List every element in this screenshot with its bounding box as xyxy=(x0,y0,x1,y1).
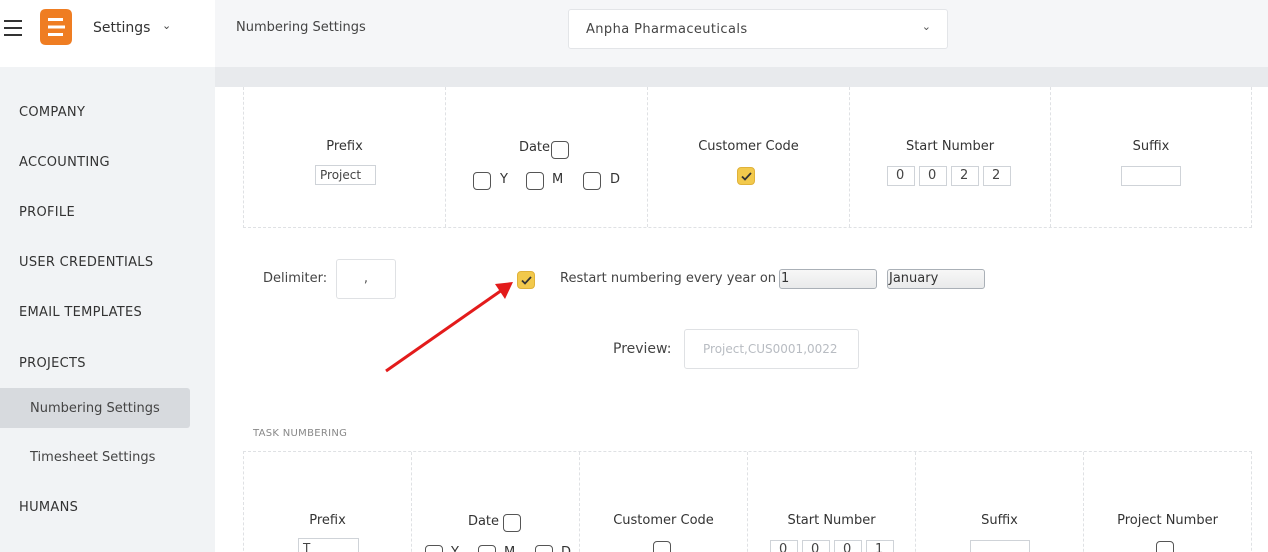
sidebar-item-email-templates[interactable]: EMAIL TEMPLATES xyxy=(19,305,142,320)
start-digit-3[interactable]: 2 xyxy=(951,166,979,186)
start-digit-4[interactable]: 2 xyxy=(983,166,1011,186)
date-label: Date xyxy=(518,140,551,155)
task-project-number-checkbox[interactable] xyxy=(1156,541,1174,552)
suffix-cell: Suffix xyxy=(1051,87,1251,227)
task-customer-code-label: Customer Code xyxy=(613,513,714,528)
task-prefix-cell: Prefix T xyxy=(244,452,412,552)
hamburger-menu-icon[interactable] xyxy=(4,20,22,36)
restart-numbering-label: Restart numbering every year on xyxy=(560,271,777,286)
sidebar-item-user-credentials[interactable]: USER CREDENTIALS xyxy=(19,255,153,270)
task-year-checkbox[interactable] xyxy=(425,545,443,552)
content-top-band xyxy=(215,67,1268,87)
settings-menu-label[interactable]: Settings xyxy=(93,20,150,36)
sidebar-item-projects[interactable]: PROJECTS xyxy=(19,356,86,371)
task-year-label: Y xyxy=(451,545,459,552)
sidebar-item-company[interactable]: COMPANY xyxy=(19,105,85,120)
delimiter-input[interactable]: , xyxy=(336,259,396,299)
task-customer-code-cell: Customer Code xyxy=(580,452,748,552)
brand-area: Settings ⌄ xyxy=(0,0,215,67)
task-customer-code-checkbox[interactable] xyxy=(653,541,671,552)
task-start-number-label: Start Number xyxy=(787,513,876,528)
delimiter-label: Delimiter: xyxy=(263,271,328,286)
prefix-input[interactable]: Project xyxy=(315,165,376,185)
project-numbering-grid: Prefix Project Date Y M D Customer Code … xyxy=(243,87,1252,228)
restart-day-select[interactable]: 1 xyxy=(779,269,877,289)
task-start-digit-3[interactable]: 0 xyxy=(834,540,862,552)
main-content: Prefix Project Date Y M D Customer Code … xyxy=(215,87,1268,552)
task-day-checkbox[interactable] xyxy=(535,545,553,552)
customer-code-label: Customer Code xyxy=(698,139,799,154)
start-number-label: Start Number xyxy=(905,139,995,154)
task-date-checkbox[interactable] xyxy=(503,514,521,532)
task-start-digit-1[interactable]: 0 xyxy=(770,540,798,552)
month-checkbox[interactable] xyxy=(526,172,544,190)
checkmark-icon xyxy=(521,276,532,285)
task-start-digit-4[interactable]: 1 xyxy=(866,540,894,552)
task-month-label: M xyxy=(504,545,515,552)
task-suffix-cell: Suffix xyxy=(916,452,1084,552)
task-suffix-label: Suffix xyxy=(981,513,1018,528)
sidebar-item-numbering-settings[interactable]: Numbering Settings xyxy=(30,401,160,416)
year-label: Y xyxy=(500,172,508,187)
task-project-number-label: Project Number xyxy=(1117,513,1218,528)
task-date-label: Date xyxy=(467,514,500,529)
month-label: M xyxy=(552,172,564,187)
company-select-value: Anpha Pharmaceuticals xyxy=(586,22,748,37)
day-label: D xyxy=(610,172,621,187)
preview-label: Preview: xyxy=(613,341,672,357)
customer-code-checkbox[interactable] xyxy=(737,167,755,185)
task-prefix-input[interactable]: T xyxy=(298,538,359,552)
page-title: Numbering Settings xyxy=(236,20,366,35)
prefix-label: Prefix xyxy=(326,139,363,154)
company-select[interactable]: Anpha Pharmaceuticals ⌄ xyxy=(568,9,948,49)
restart-month-select[interactable]: January xyxy=(887,269,985,289)
date-checkbox[interactable] xyxy=(551,141,569,159)
task-day-label: D xyxy=(561,545,571,552)
app-logo-icon xyxy=(40,9,72,45)
task-date-cell: Date Y M D xyxy=(412,452,580,552)
prefix-cell: Prefix Project xyxy=(244,87,446,227)
task-start-digit-2[interactable]: 0 xyxy=(802,540,830,552)
day-checkbox[interactable] xyxy=(583,172,601,190)
top-bar: Settings ⌄ Numbering Settings Anpha Phar… xyxy=(0,0,1268,67)
suffix-label: Suffix xyxy=(1132,139,1170,154)
sidebar-item-timesheet-settings[interactable]: Timesheet Settings xyxy=(30,450,155,465)
task-suffix-input[interactable] xyxy=(970,540,1030,552)
chevron-down-icon[interactable]: ⌄ xyxy=(162,19,171,32)
start-digit-2[interactable]: 0 xyxy=(919,166,947,186)
sidebar-item-humans[interactable]: HUMANS xyxy=(19,500,78,515)
sidebar: COMPANY ACCOUNTING PROFILE USER CREDENTI… xyxy=(0,67,215,552)
sidebar-item-accounting[interactable]: ACCOUNTING xyxy=(19,155,110,170)
task-project-number-cell: Project Number xyxy=(1084,452,1251,552)
year-checkbox[interactable] xyxy=(473,172,491,190)
preview-output: Project,CUS0001,0022 xyxy=(684,329,859,369)
checkmark-icon xyxy=(741,172,752,181)
customer-code-cell: Customer Code xyxy=(648,87,850,227)
chevron-down-icon: ⌄ xyxy=(921,20,931,33)
task-start-number-cell: Start Number 0 0 0 1 xyxy=(748,452,916,552)
task-month-checkbox[interactable] xyxy=(478,545,496,552)
suffix-input[interactable] xyxy=(1121,166,1181,186)
start-digit-1[interactable]: 0 xyxy=(887,166,915,186)
date-cell: Date Y M D xyxy=(446,87,648,227)
task-prefix-label: Prefix xyxy=(309,513,346,528)
start-number-cell: Start Number 0 0 2 2 xyxy=(850,87,1051,227)
task-numbering-grid: Prefix T Date Y M D Customer Code Start … xyxy=(243,451,1252,552)
sidebar-item-profile[interactable]: PROFILE xyxy=(19,205,75,220)
restart-yearly-checkbox[interactable] xyxy=(517,271,535,289)
task-numbering-heading: TASK NUMBERING xyxy=(253,428,348,439)
